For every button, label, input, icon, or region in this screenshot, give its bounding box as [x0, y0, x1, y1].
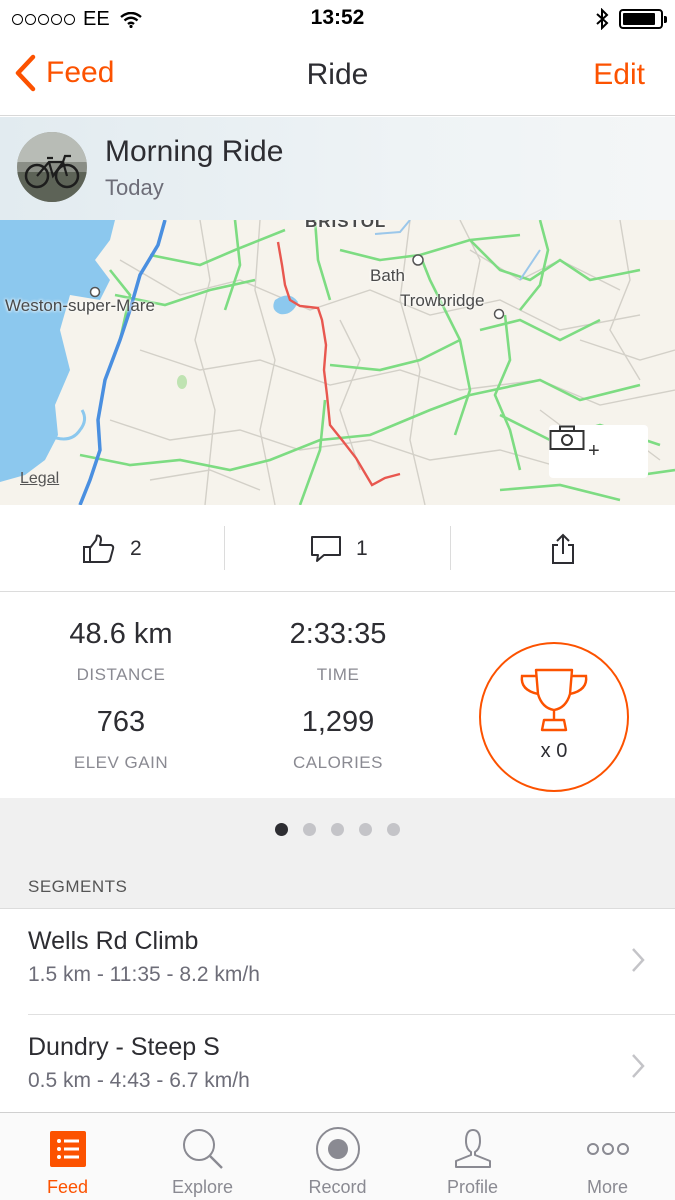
stat-distance: 48.6 km DISTANCE: [11, 618, 231, 685]
battery-icon: [619, 9, 667, 29]
kudos-button[interactable]: 2: [82, 506, 142, 592]
tab-explore[interactable]: Explore: [135, 1113, 270, 1200]
navigation-bar: Feed Ride Edit: [0, 38, 675, 116]
camera-icon: [549, 425, 585, 450]
share-button[interactable]: [550, 506, 576, 592]
page-dot[interactable]: [331, 823, 344, 836]
comment-icon: [311, 536, 341, 562]
battery-level-fill: [623, 13, 656, 25]
chevron-right-icon: [632, 1054, 645, 1078]
map-label-weston: Weston-super-Mare: [5, 296, 155, 315]
status-time: 13:52: [310, 6, 365, 29]
social-actions: 2 1: [0, 506, 675, 592]
stat-time: 2:33:35 TIME: [228, 618, 448, 685]
segment-row[interactable]: Wells Rd Climb 1.5 km - 11:35 - 8.2 km/h: [0, 908, 675, 1015]
comments-count: 1: [356, 537, 368, 560]
tab-label: Record: [308, 1177, 367, 1197]
chevron-right-icon: [632, 948, 645, 972]
tab-more[interactable]: More: [540, 1113, 675, 1200]
page-dot[interactable]: [387, 823, 400, 836]
status-bar: EE 13:52: [0, 0, 675, 38]
time-label: TIME: [316, 665, 360, 684]
trophy-icon: [520, 668, 588, 732]
tab-record[interactable]: Record: [270, 1113, 405, 1200]
calories-value: 1,299: [301, 706, 375, 738]
segment-row[interactable]: Dundry - Steep S 0.5 km - 4:43 - 6.7 km/…: [0, 1015, 675, 1122]
tab-bar: Feed Explore Record Profile More: [0, 1112, 675, 1200]
activity-stats: 48.6 km DISTANCE 2:33:35 TIME 763 ELEV G…: [0, 592, 675, 798]
activity-title[interactable]: Morning Ride: [105, 135, 283, 169]
map-label-trowbridge: Trowbridge: [400, 291, 485, 310]
profile-icon: [454, 1129, 491, 1168]
add-photo-plus: +: [588, 440, 600, 462]
stat-elev-gain: 763 ELEV GAIN: [11, 706, 231, 773]
segment-name: Wells Rd Climb: [28, 927, 199, 955]
map-label-bristol: BRISTOL: [305, 220, 387, 231]
divider: [224, 526, 225, 570]
page-dot[interactable]: [359, 823, 372, 836]
page-indicator[interactable]: [0, 823, 675, 836]
segments-section-header: SEGMENTS: [0, 798, 675, 908]
route-map[interactable]: BRISTOL Bath Trowbridge Weston-super-Mar…: [0, 220, 675, 505]
calories-label: CALORIES: [293, 753, 383, 772]
tab-label: Profile: [446, 1177, 499, 1197]
map-legal-link[interactable]: Legal: [20, 470, 59, 488]
segment-stats: 1.5 km - 11:35 - 8.2 km/h: [28, 963, 260, 986]
tab-label: Explore: [171, 1177, 234, 1197]
status-right: [595, 8, 667, 30]
feed-icon: [49, 1131, 86, 1167]
elev-gain-value: 763: [96, 706, 146, 738]
tab-label: Feed: [46, 1177, 89, 1197]
segments-header: SEGMENTS: [28, 877, 128, 896]
elev-gain-label: ELEV GAIN: [73, 753, 169, 772]
segment-stats: 0.5 km - 4:43 - 6.7 km/h: [28, 1069, 250, 1092]
search-icon: [182, 1129, 223, 1169]
page-dot[interactable]: [275, 823, 288, 836]
map-label-bath: Bath: [370, 266, 405, 285]
distance-label: DISTANCE: [76, 665, 166, 684]
activity-date: Today: [105, 175, 164, 200]
more-icon: [586, 1143, 629, 1155]
kudos-count: 2: [130, 537, 142, 560]
comments-button[interactable]: 1: [310, 506, 368, 592]
activity-header[interactable]: Morning Ride Today: [0, 117, 675, 220]
tab-label: More: [586, 1177, 628, 1197]
share-icon: [552, 533, 574, 564]
bike-photo: [17, 132, 87, 202]
thumbs-up-icon: [83, 534, 115, 563]
record-icon: [315, 1127, 360, 1171]
achievements-count: x 0: [540, 740, 568, 762]
bluetooth-icon: [596, 8, 609, 30]
segment-name: Dundry - Steep S: [28, 1033, 220, 1061]
athlete-avatar[interactable]: [17, 132, 87, 202]
edit-button[interactable]: Edit: [593, 58, 645, 92]
tab-feed[interactable]: Feed: [0, 1113, 135, 1200]
divider: [450, 526, 451, 570]
page-title: Ride: [306, 58, 369, 91]
tab-profile[interactable]: Profile: [405, 1113, 540, 1200]
achievements-button[interactable]: x 0: [479, 642, 629, 792]
time-value: 2:33:35: [289, 618, 387, 650]
page-dot[interactable]: [303, 823, 316, 836]
add-photo-button[interactable]: +: [549, 425, 648, 478]
distance-value: 48.6 km: [69, 618, 173, 650]
stat-calories: 1,299 CALORIES: [228, 706, 448, 773]
